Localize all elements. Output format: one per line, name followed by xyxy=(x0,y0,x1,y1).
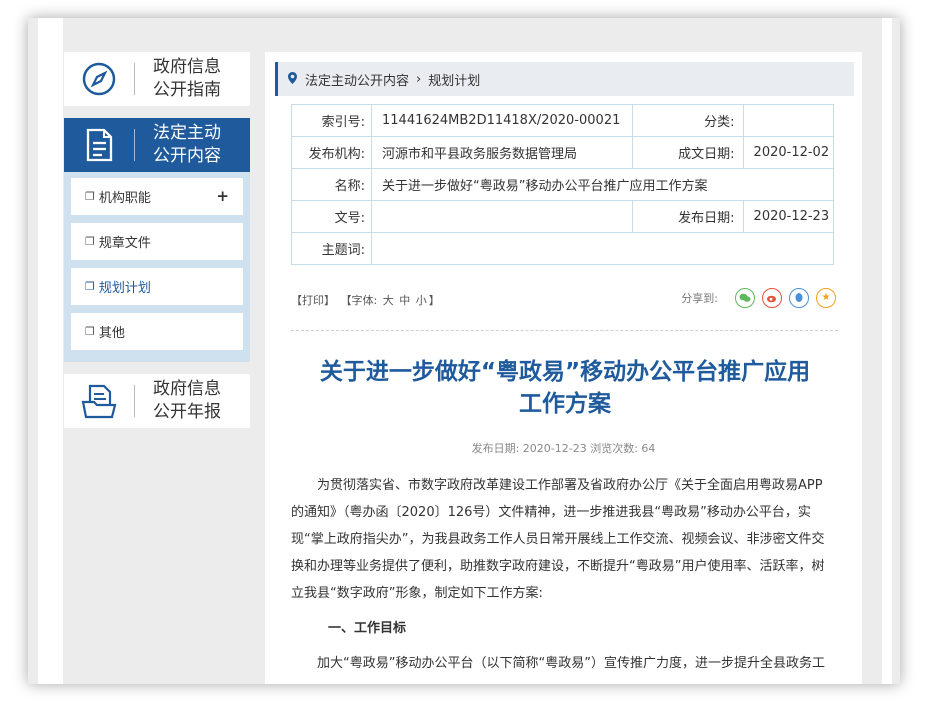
category-label: 分类: xyxy=(631,104,744,137)
sidebar-item-functions[interactable]: ❐ 机构职能 + xyxy=(71,178,243,215)
expand-plus-icon[interactable]: + xyxy=(216,187,229,205)
qq-icon[interactable] xyxy=(789,288,809,308)
copy-icon: ❐ xyxy=(85,325,95,338)
guide-line1: 政府信息 xyxy=(153,57,221,77)
article-title: 关于进一步做好“粤政易”移动办公平台推广应用 工作方案 xyxy=(285,356,845,420)
sidebar-item-label: 其他 xyxy=(98,326,125,341)
font-size-close: 】 xyxy=(428,294,440,307)
article-pubinfo: 发布日期: 2020-12-23 浏览次数: 64 xyxy=(471,442,656,455)
article-tools: 【打印】 【字体: 大 中 小】 xyxy=(291,292,442,308)
browser-frame: 政府信息 公开指南 法定主动 公开内容 ❐ 机构职能 + ❐ 规章文件 ❐ 规划… xyxy=(28,18,900,684)
breadcrumb: 法定主动公开内容 › 规划计划 xyxy=(275,62,854,96)
article-title-line1: 关于进一步做好“粤政易”移动办公平台推广应用 xyxy=(319,359,811,385)
breadcrumb-current-link[interactable]: 规划计划 xyxy=(428,70,480,89)
article-title-line2: 工作方案 xyxy=(519,391,611,417)
table-row: 名称: 关于进一步做好“粤政易”移动办公平台推广应用工作方案 xyxy=(291,168,834,201)
annual-line1: 政府信息 xyxy=(153,379,221,399)
sidebar-annual-card[interactable]: 政府信息 公开年报 xyxy=(64,374,250,428)
share-bar: 分享到: ★ xyxy=(681,288,836,308)
table-row: 发布机构: 河源市和平县政务服务数据管理局 成文日期: 2020-12-02 xyxy=(291,136,835,169)
weibo-icon[interactable] xyxy=(762,288,782,308)
annual-line2: 公开年报 xyxy=(153,402,221,422)
category-value xyxy=(742,104,835,137)
table-row: 文号: 发布日期: 2020-12-23 xyxy=(291,200,835,233)
location-pin-icon xyxy=(288,71,297,87)
statutory-subnav: ❐ 机构职能 + ❐ 规章文件 ❐ 规划计划 ❐ 其他 xyxy=(64,172,250,362)
right-margin xyxy=(882,18,892,684)
table-row: 主题词: xyxy=(291,232,834,265)
left-margin xyxy=(38,18,63,684)
sidebar-item-other[interactable]: ❐ 其他 xyxy=(71,313,243,350)
document-icon xyxy=(64,127,134,163)
topic-value xyxy=(371,232,834,265)
index-label: 索引号: xyxy=(291,104,372,137)
breadcrumb-root-link[interactable]: 法定主动公开内容 xyxy=(305,70,409,89)
statutory-line2: 公开内容 xyxy=(153,146,221,166)
metadata-table: 索引号: 11441624MB2D11418X/2020-00021 分类: 发… xyxy=(291,104,835,265)
font-medium-button[interactable]: 中 xyxy=(399,294,410,307)
font-small-button[interactable]: 小 xyxy=(416,294,427,307)
sidebar-item-label: 规章文件 xyxy=(98,236,151,251)
name-label: 名称: xyxy=(291,168,372,201)
chevron-right-icon: › xyxy=(416,71,422,87)
copy-icon: ❐ xyxy=(85,280,95,293)
article-body: 为贯彻落实省、市数字政府改革建设工作部署及省政府办公厅《关于全面启用粤政易APP… xyxy=(291,472,835,677)
sidebar-item-plans[interactable]: ❐ 规划计划 xyxy=(71,268,243,305)
sidebar-statutory-card[interactable]: 法定主动 公开内容 xyxy=(64,118,250,172)
share-label: 分享到: xyxy=(681,292,718,305)
docno-value xyxy=(371,200,633,233)
sidebar-item-label: 机构职能 xyxy=(98,191,151,206)
article-paragraph: 为贯彻落实省、市数字政府改革建设工作部署及省政府办公厅《关于全面启用粤政易APP… xyxy=(291,478,825,601)
sidebar: 政府信息 公开指南 法定主动 公开内容 ❐ 机构职能 + ❐ 规章文件 ❐ 规划… xyxy=(64,52,250,428)
table-row: 索引号: 11441624MB2D11418X/2020-00021 分类: xyxy=(291,104,835,137)
sidebar-guide-card[interactable]: 政府信息 公开指南 xyxy=(64,52,250,106)
sidebar-item-regulations[interactable]: ❐ 规章文件 xyxy=(71,223,243,260)
statutory-line1: 法定主动 xyxy=(153,123,221,143)
guide-label: 政府信息 公开指南 xyxy=(135,56,250,102)
article-heading: 一、工作目标 xyxy=(328,621,407,636)
folder-document-icon xyxy=(64,382,134,420)
copy-icon: ❐ xyxy=(85,235,95,248)
copy-icon: ❐ xyxy=(85,190,95,203)
annual-label: 政府信息 公开年报 xyxy=(135,378,250,424)
published-date-value: 2020-12-23 xyxy=(742,200,835,233)
docno-label: 文号: xyxy=(291,200,372,233)
publisher-label: 发布机构: xyxy=(291,136,372,169)
wechat-icon[interactable] xyxy=(735,288,755,308)
index-value: 11441624MB2D11418X/2020-00021 xyxy=(371,104,633,137)
main-content: 法定主动公开内容 › 规划计划 索引号: 11441624MB2D11418X/… xyxy=(265,52,862,684)
publisher-value: 河源市和平县政务服务数据管理局 xyxy=(371,136,633,169)
name-value: 关于进一步做好“粤政易”移动办公平台推广应用工作方案 xyxy=(371,168,834,201)
published-date-label: 发布日期: xyxy=(631,200,744,233)
article-paragraph: 加大“粤政易”移动办公平台（以下简称“粤政易”）宣传推广力度，进一步提升全县政务… xyxy=(317,656,825,671)
topic-label: 主题词: xyxy=(291,232,372,265)
compass-icon xyxy=(64,61,134,97)
favorite-icon[interactable]: ★ xyxy=(816,288,836,308)
sidebar-item-label: 规划计划 xyxy=(98,281,151,296)
statutory-label: 法定主动 公开内容 xyxy=(135,122,250,168)
created-date-label: 成文日期: xyxy=(631,136,744,169)
font-large-button[interactable]: 大 xyxy=(383,294,394,307)
divider xyxy=(291,330,838,331)
created-date-value: 2020-12-02 xyxy=(742,136,835,169)
guide-line2: 公开指南 xyxy=(153,80,221,100)
font-size-label: 【字体: xyxy=(340,294,378,307)
print-button[interactable]: 【打印】 xyxy=(291,294,335,307)
